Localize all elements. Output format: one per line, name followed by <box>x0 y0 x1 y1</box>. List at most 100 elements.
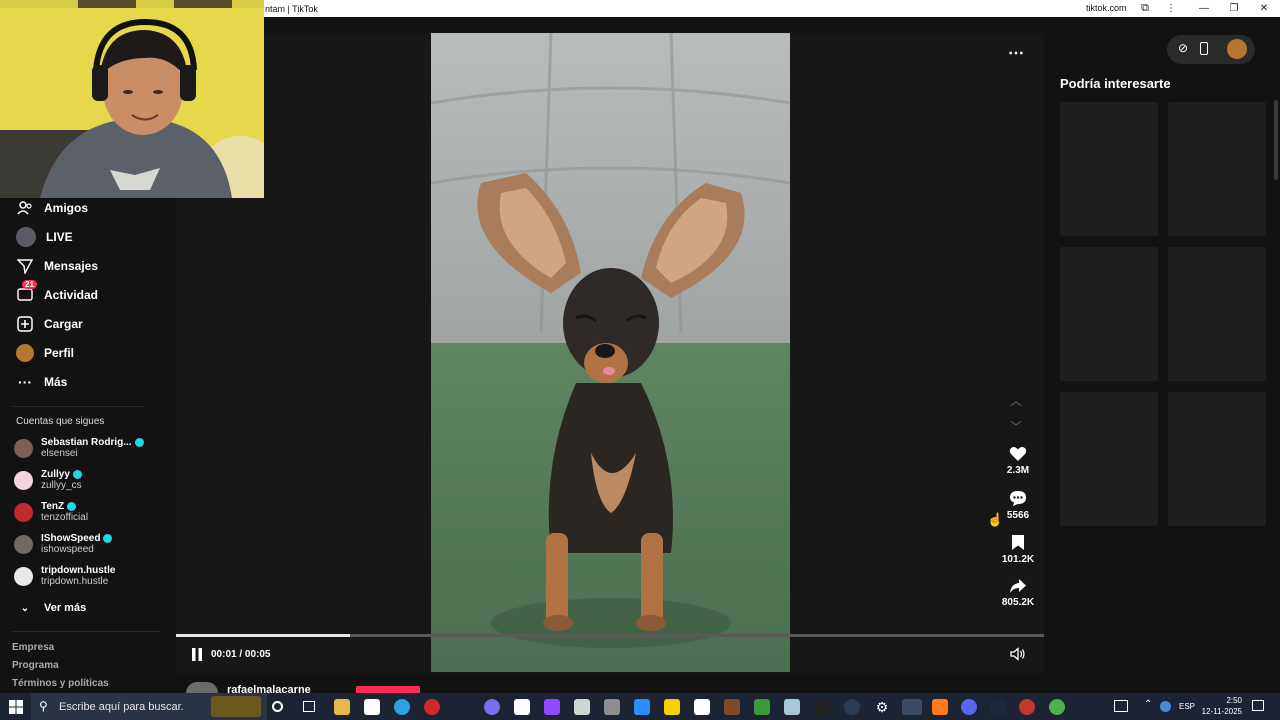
document-icon[interactable] <box>514 699 530 715</box>
discord-icon[interactable] <box>961 699 977 715</box>
friends-icon <box>16 199 34 217</box>
account-handle: zullyy_cs <box>41 480 82 491</box>
telegram-icon[interactable] <box>394 699 410 715</box>
nav-item-label: LIVE <box>46 230 73 244</box>
recommendations-title: Podría interesarte <box>1060 76 1171 91</box>
extensions-icon[interactable]: ⧉ <box>1134 1 1156 16</box>
zoom-icon[interactable] <box>634 699 650 715</box>
avatar <box>14 502 33 522</box>
nav-item-friends[interactable]: Amigos <box>16 199 88 217</box>
verified-icon <box>134 438 144 447</box>
clock[interactable]: 2:50 12-11-2025 <box>1200 695 1242 717</box>
recommended-video-thumb[interactable] <box>1060 392 1158 526</box>
cursor-hand-icon: ☝ <box>987 512 1004 527</box>
nav-item-profile[interactable]: Perfil <box>16 344 74 362</box>
active-app-icon[interactable] <box>902 699 922 715</box>
chevron-down-icon[interactable]: ﹀ <box>1010 418 1022 435</box>
twitch-icon[interactable] <box>544 699 560 715</box>
recommended-video-thumb[interactable] <box>1168 247 1266 381</box>
follow-button[interactable] <box>356 686 420 693</box>
messages-icon <box>16 257 34 275</box>
search-placeholder: Escribe aquí para buscar. <box>59 701 184 713</box>
video-image <box>431 33 790 672</box>
progress-fill <box>176 634 350 637</box>
app-icon[interactable] <box>784 699 800 715</box>
footer-link-terms[interactable]: Términos y políticas <box>12 678 109 689</box>
scrollbar[interactable] <box>1274 100 1278 180</box>
menu-dots-icon[interactable]: ⋮ <box>1160 1 1182 16</box>
video-frame[interactable] <box>431 33 790 672</box>
pause-button[interactable] <box>192 648 202 661</box>
tray-chevron-icon[interactable]: ⌃ <box>1144 699 1152 710</box>
activity-badge: 21 <box>22 280 37 289</box>
app-icon[interactable] <box>604 699 620 715</box>
app-icon[interactable] <box>932 699 948 715</box>
nav-item-label: Amigos <box>44 201 89 215</box>
save-count: 101.2K <box>1001 554 1035 565</box>
more-options-icon[interactable]: ⋯ <box>1008 43 1025 63</box>
following-account-2[interactable]: Zullyy zullyy_cs <box>14 469 82 491</box>
task-view-icon[interactable] <box>303 701 315 712</box>
following-account-3[interactable]: TenZ tenzofficial <box>14 501 88 523</box>
minecraft-icon[interactable] <box>754 699 770 715</box>
steam-icon[interactable] <box>990 699 1006 715</box>
cortana-icon[interactable] <box>272 701 283 712</box>
following-title: Cuentas que sigues <box>16 416 105 427</box>
recommended-video-thumb[interactable] <box>1060 247 1158 381</box>
taskbar-search[interactable]: ⚲ Escribe aquí para buscar. <box>31 693 267 720</box>
document-icon[interactable] <box>364 699 380 715</box>
activity-icon: 21 <box>16 280 37 304</box>
nav-item-upload[interactable]: Cargar <box>16 315 83 333</box>
recommended-video-thumb[interactable] <box>1060 102 1158 236</box>
app-icon[interactable] <box>574 699 590 715</box>
see-more-button[interactable]: ⌄ Ver más <box>16 599 86 617</box>
language-indicator[interactable]: ESP <box>1179 702 1195 711</box>
heart-icon <box>1009 447 1027 461</box>
like-button[interactable]: 2.3M <box>1000 446 1036 476</box>
notifications-icon[interactable] <box>1252 700 1264 711</box>
compass-icon[interactable]: ⊘ <box>1178 41 1188 55</box>
phone-icon[interactable] <box>1200 42 1208 55</box>
save-button[interactable]: 101.2K <box>1000 534 1036 565</box>
following-account-5[interactable]: tripdown.hustle tripdown.hustle <box>14 565 115 587</box>
divider <box>12 631 160 632</box>
chevron-up-icon[interactable]: ︿ <box>1010 392 1022 409</box>
recommended-video-thumb[interactable] <box>1168 102 1266 236</box>
following-account-4[interactable]: IShowSpeed ishowspeed <box>14 533 113 555</box>
app-icon[interactable] <box>1019 699 1035 715</box>
copilot-icon[interactable] <box>484 699 500 715</box>
keyboard-icon[interactable] <box>1114 700 1128 712</box>
notes-icon[interactable] <box>664 699 680 715</box>
footer-link-company[interactable]: Empresa <box>12 642 54 653</box>
close-button[interactable]: ✕ <box>1253 1 1275 16</box>
nav-item-messages[interactable]: Mensajes <box>16 257 98 275</box>
nav-item-more[interactable]: ··· Más <box>16 373 67 391</box>
settings-icon[interactable]: ⚙ <box>874 699 890 715</box>
share-icon <box>1010 579 1026 593</box>
windows-start-icon[interactable] <box>9 700 23 719</box>
upload-icon <box>16 315 34 333</box>
footer-link-program[interactable]: Programa <box>12 660 59 671</box>
file-explorer-icon[interactable] <box>334 699 350 715</box>
minimize-button[interactable]: — <box>1193 1 1215 16</box>
comment-button[interactable]: 5566 <box>1000 490 1036 521</box>
document-icon[interactable] <box>694 699 710 715</box>
nav-item-activity[interactable]: 21 Actividad <box>16 280 98 304</box>
opera-icon[interactable] <box>424 699 440 715</box>
account-handle: ishowspeed <box>41 544 94 555</box>
maximize-button[interactable]: ❐ <box>1223 1 1245 16</box>
share-button[interactable]: 805.2K <box>1000 578 1036 608</box>
following-account-1[interactable]: Sebastian Rodrig... elsensei <box>14 437 144 459</box>
app-icon[interactable] <box>844 699 860 715</box>
volume-button[interactable] <box>1010 647 1026 666</box>
author-name[interactable]: rafaelmalacarne <box>227 684 311 693</box>
avatar[interactable] <box>1227 39 1247 59</box>
recommended-video-thumb[interactable] <box>1168 392 1266 526</box>
nav-item-live[interactable]: LIVE <box>16 227 73 247</box>
tray-app-icon[interactable] <box>1160 701 1171 712</box>
app-icon[interactable] <box>724 699 740 715</box>
account-name: tripdown.hustle <box>41 565 116 576</box>
chrome-icon[interactable] <box>1049 699 1065 715</box>
author-avatar[interactable] <box>186 682 218 693</box>
app-icon[interactable] <box>814 699 830 715</box>
